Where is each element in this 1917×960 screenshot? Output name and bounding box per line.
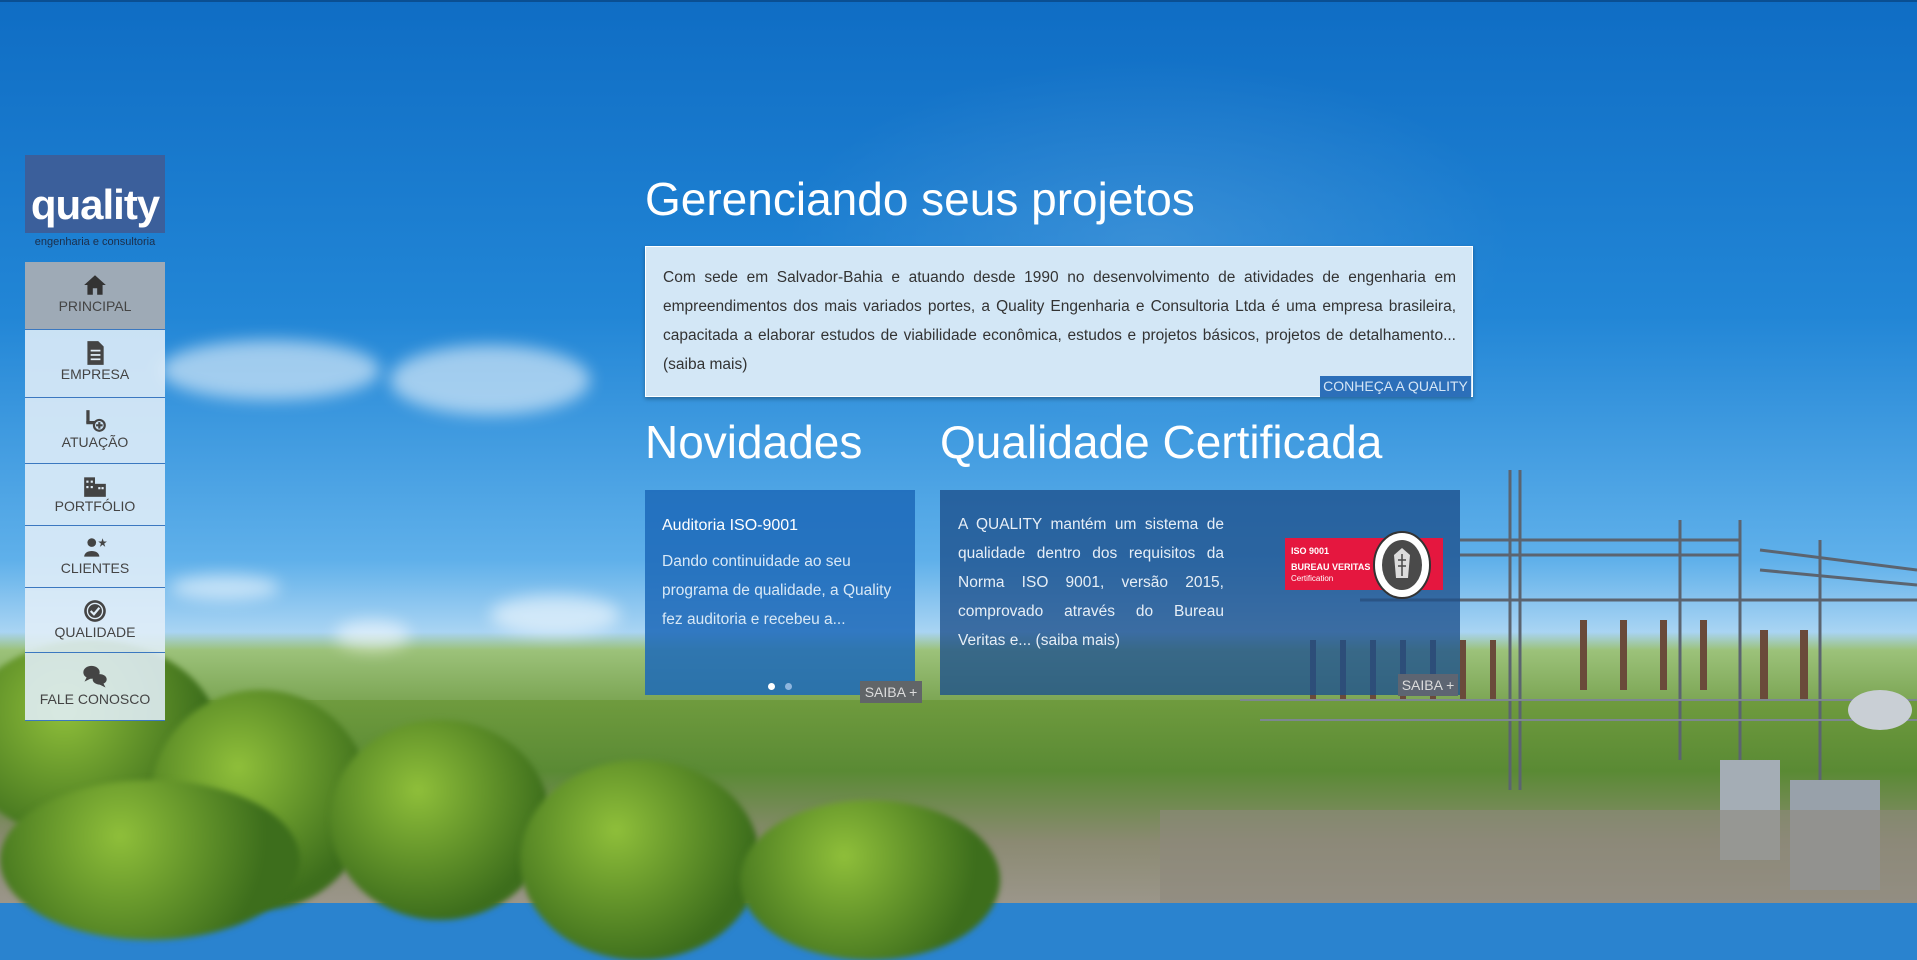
cloud xyxy=(390,345,590,415)
nav-label: PRINCIPAL xyxy=(58,298,132,314)
nav-label: EMPRESA xyxy=(60,366,130,382)
nav-item-empresa[interactable]: EMPRESA xyxy=(25,330,165,398)
news-title[interactable]: Auditoria ISO-9001 xyxy=(662,517,798,535)
nav-item-qualidade[interactable]: QUALIDADE xyxy=(25,588,165,653)
intro-panel: Com sede em Salvador-Bahia e atuando des… xyxy=(645,246,1473,397)
news-saiba-mais-button[interactable]: SAIBA + xyxy=(860,681,922,703)
badge-name-label: BUREAU VERITAS xyxy=(1291,562,1371,572)
top-border xyxy=(0,0,1917,2)
carousel-dot[interactable] xyxy=(785,683,793,690)
tools-icon xyxy=(86,410,106,432)
cloud xyxy=(335,620,410,650)
nav-item-atuacao[interactable]: ATUAÇÃO xyxy=(25,398,165,464)
logo-tagline: engenharia e consultoria xyxy=(34,236,156,248)
logo[interactable]: quality xyxy=(25,155,165,233)
buildings-icon xyxy=(84,477,106,497)
document-icon xyxy=(87,341,104,365)
carousel-dot-active[interactable] xyxy=(768,683,775,690)
home-icon xyxy=(84,275,106,295)
cloud xyxy=(490,595,620,635)
conheca-quality-button[interactable]: CONHEÇA A QUALITY xyxy=(1320,376,1471,397)
badge-check-icon xyxy=(84,600,106,622)
bush xyxy=(740,800,1000,960)
sidebar-nav: PRINCIPAL EMPRESA ATUAÇÃO PORTFÓLIO CLIE… xyxy=(25,262,165,721)
nav-label: PORTFÓLIO xyxy=(54,498,136,514)
nav-item-principal[interactable]: PRINCIPAL xyxy=(25,262,165,330)
nav-item-portfolio[interactable]: PORTFÓLIO xyxy=(25,464,165,526)
quality-heading: Qualidade Certificada xyxy=(940,416,1383,468)
bureau-veritas-seal-icon xyxy=(1373,531,1431,599)
badge-cert-label: Certification xyxy=(1291,574,1334,583)
bush xyxy=(0,780,300,940)
logo-wordmark: quality xyxy=(30,181,160,228)
cloud xyxy=(170,575,280,600)
nav-item-fale-conosco[interactable]: FALE CONOSCO xyxy=(25,653,165,721)
news-text: Dando continuidade ao seu programa de qu… xyxy=(662,553,892,628)
nav-item-clientes[interactable]: CLIENTES xyxy=(25,526,165,588)
bush xyxy=(330,720,550,920)
user-star-icon xyxy=(84,538,107,557)
news-card: Auditoria ISO-9001 Dando continuidade ao… xyxy=(645,490,915,695)
cloud xyxy=(160,340,380,400)
intro-text[interactable]: Com sede em Salvador-Bahia e atuando des… xyxy=(663,263,1456,379)
news-heading: Novidades xyxy=(645,416,863,468)
badge-iso-label: ISO 9001 xyxy=(1291,546,1330,556)
bush xyxy=(520,760,760,960)
quality-text: A QUALITY mantém um sistema de qualidade… xyxy=(958,516,1224,649)
nav-label: FALE CONOSCO xyxy=(39,691,151,707)
chat-icon xyxy=(83,665,107,688)
nav-label: ATUAÇÃO xyxy=(61,434,129,450)
nav-label: CLIENTES xyxy=(60,560,130,576)
page-title: Gerenciando seus projetos xyxy=(645,173,1195,225)
carousel-dots xyxy=(768,677,798,695)
nav-label: QUALIDADE xyxy=(54,624,136,640)
quality-saiba-mais-button[interactable]: SAIBA + xyxy=(1398,674,1458,696)
